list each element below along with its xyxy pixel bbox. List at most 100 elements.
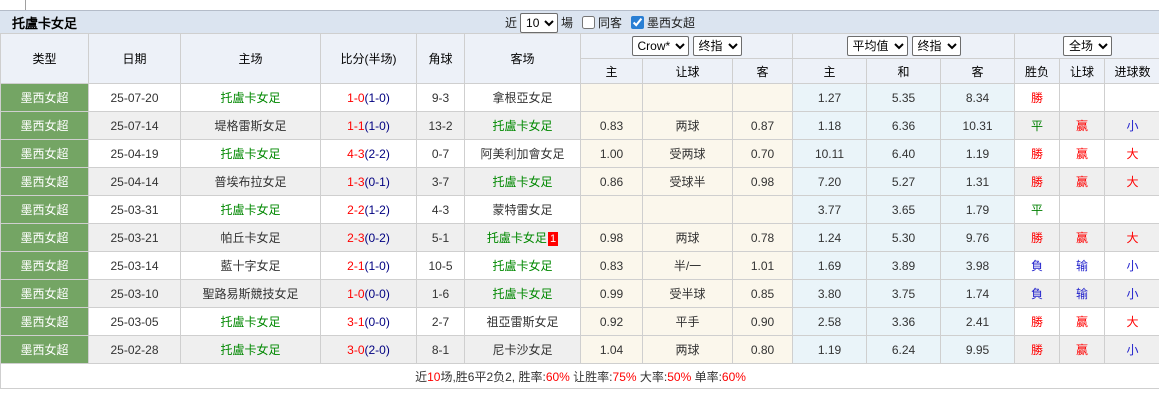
highlighted-team: 托盧卡女足 [492,287,553,301]
full-score: 3-1 [347,314,365,329]
away-team-cell: 托盧卡女足 [464,279,581,308]
highlighted-team: 托盧卡女足 [220,147,281,161]
goals-result-cell: 大 [1104,167,1159,196]
handicap-result-cell: 赢 [1059,111,1106,140]
same-venue-label: 同客 [598,16,623,30]
half-score: (1-0) [364,90,390,105]
away-team-cell: 蒙特雷女足 [464,195,581,224]
highlighted-team: 托盧卡女足 [220,203,281,217]
avg-draw-cell: 5.27 [866,167,942,196]
half-score: (0-0) [364,314,390,329]
full-score: 2-1 [347,258,365,273]
avg-home-cell: 2.58 [792,307,868,336]
result-cell: 勝 [1014,307,1061,336]
avg-draw-cell: 6.24 [866,335,942,364]
summary-segment: 让胜率: [569,369,613,384]
handicap-cell: 两球 [642,223,733,252]
handicap-cell: 两球 [642,335,733,364]
date-cell: 25-03-21 [88,223,181,252]
league-filter-checkbox[interactable] [631,16,645,29]
handicap-cell: 半/一 [642,251,733,280]
half-score: (0-0) [364,286,390,301]
result-group-header: 全场 [1014,33,1159,59]
match-row: 墨西女超 25-03-21 帕丘卡女足 2-3(0-2) 5-1 托盧卡女足 1 0.98 两球… [0,223,1159,252]
goals-result-cell: 大 [1104,223,1159,252]
summary-segment: 50% [667,369,692,384]
league-cell: 墨西女超 [0,279,89,308]
avg-home-cell: 1.19 [792,335,868,364]
goals-result-cell: 大 [1104,307,1159,336]
full-score: 1-3 [347,174,365,189]
avg-away-cell: 2.41 [940,307,1016,336]
recent-count-select[interactable]: 10 [520,12,559,33]
filter-controls: 近 10 場 同客 墨西女超 [505,11,695,34]
summary-segment: 单率: [691,369,722,384]
away-odds-cell: 0.85 [731,279,794,308]
avg-away-cell: 9.76 [940,223,1016,252]
avg-draw-cell: 3.65 [866,195,942,224]
home-team-cell: 托盧卡女足 [180,335,321,364]
half-score: (1-0) [364,258,390,273]
result-cell: 勝 [1014,335,1061,364]
col-odds-home: 主 [580,58,643,84]
summary-segment: 近 [415,369,428,384]
result-cell: 勝 [1014,167,1061,196]
table-footer: 近10场,胜6平2负2, 胜率:60% 让胜率:75% 大率:50% 单率:60… [0,363,1159,389]
home-odds-cell: 1.04 [580,335,643,364]
away-odds-cell: 0.70 [731,139,794,168]
away-team-cell: 尼卡沙女足 [464,335,581,364]
avg-select[interactable]: 平均值 [846,36,908,56]
rank-badge: 1 [547,231,559,246]
same-venue-checkbox[interactable] [582,16,596,29]
col-handicap: 让球 [642,58,733,84]
date-cell: 25-07-14 [88,111,181,140]
home-odds-cell: 0.86 [580,167,643,196]
score-cell: 2-1(1-0) [320,251,417,280]
home-odds-cell: 0.98 [580,223,643,252]
match-row: 墨西女超 25-07-14 堤格雷斯女足 1-1(1-0) 13-2 托盧卡女足 0.83 两… [0,111,1159,140]
handicap-cell: 两球 [642,111,733,140]
avg-home-cell: 1.24 [792,223,868,252]
avg-away-cell: 10.31 [940,111,1016,140]
avg-home-cell: 3.77 [792,195,868,224]
corner-cell: 1-6 [416,279,465,308]
away-odds-cell: 0.87 [731,111,794,140]
full-score: 1-0 [347,90,365,105]
result-cell: 平 [1014,195,1061,224]
league-cell: 墨西女超 [0,111,89,140]
away-odds-cell [731,195,794,224]
highlighted-team: 托盧卡女足 [220,315,281,329]
match-row: 墨西女超 25-03-10 聖路易斯競技女足 1-0(0-0) 1-6 托盧卡女足 0.99… [0,279,1159,308]
period-select[interactable]: 全场 [1063,36,1113,56]
handicap-result-cell [1059,83,1106,112]
near-label: 近 [505,16,518,30]
score-cell: 1-0(1-0) [320,83,417,112]
home-team-cell: 普埃布拉女足 [180,167,321,196]
col-date: 日期 [88,33,181,84]
home-odds-cell: 1.00 [580,139,643,168]
avg-draw-cell: 6.40 [866,139,942,168]
odds-stage-select-1[interactable]: 终指 [692,36,742,56]
score-cell: 2-3(0-2) [320,223,417,252]
score-cell: 1-3(0-1) [320,167,417,196]
summary-segment: 75% [612,369,637,384]
league-cell: 墨西女超 [0,139,89,168]
goals-result-cell: 小 [1104,111,1159,140]
bookmaker-select[interactable]: Crow* [631,36,689,56]
odds-stage-select-2[interactable]: 终指 [911,36,961,56]
away-team-cell: 托盧卡女足 1 [464,223,581,252]
handicap-result-cell: 输 [1059,251,1106,280]
league-cell: 墨西女超 [0,167,89,196]
handicap-cell [642,83,733,112]
corner-cell: 8-1 [416,335,465,364]
match-row: 墨西女超 25-03-14 藍十字女足 2-1(1-0) 10-5 托盧卡女足 0.83 半/… [0,251,1159,280]
date-cell: 25-04-14 [88,167,181,196]
result-cell: 負 [1014,279,1061,308]
away-odds-cell: 0.90 [731,307,794,336]
away-team-cell: 祖亞雷斯女足 [464,307,581,336]
match-row: 墨西女超 25-03-05 托盧卡女足 3-1(0-0) 2-7 祖亞雷斯女足 0.92 平手… [0,307,1159,336]
avg-away-cell: 1.79 [940,195,1016,224]
col-avg-draw: 和 [866,58,942,84]
team-title: 托盧卡女足 [12,15,78,31]
away-team-cell: 阿美利加會女足 [464,139,581,168]
